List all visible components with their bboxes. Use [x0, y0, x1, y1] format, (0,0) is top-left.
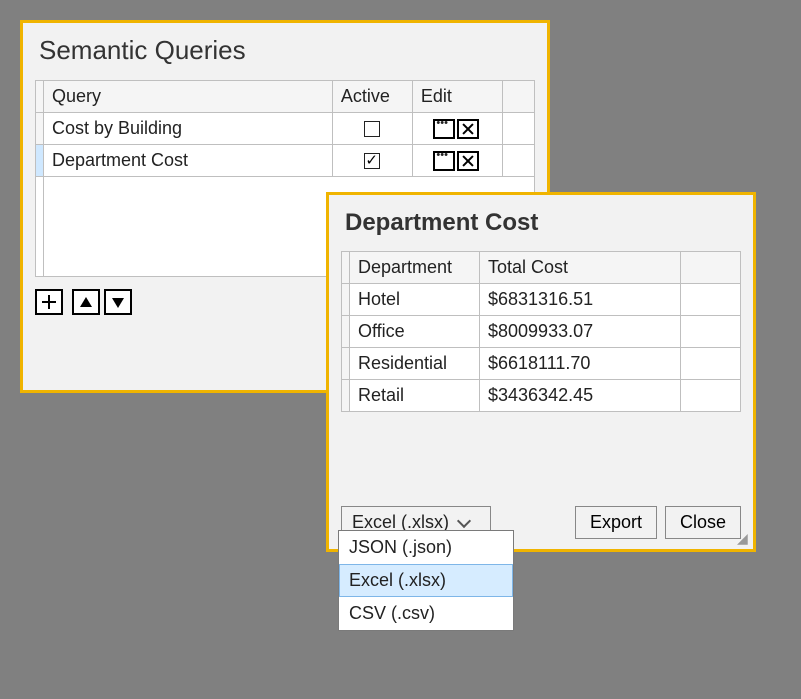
active-cell[interactable]	[332, 145, 412, 177]
delete-query-button[interactable]	[457, 119, 479, 139]
query-name-cell[interactable]: Cost by Building	[44, 113, 333, 145]
export-button[interactable]: Export	[575, 506, 657, 539]
dept-cell: Hotel	[350, 284, 480, 316]
active-cell[interactable]	[332, 113, 412, 145]
row-handle[interactable]	[36, 145, 44, 177]
checkbox-unchecked-icon[interactable]	[364, 121, 380, 137]
edit-query-button[interactable]	[433, 151, 455, 171]
table-row[interactable]: Residential $6618111.70	[342, 348, 741, 380]
format-option-csv[interactable]: CSV (.csv)	[339, 597, 513, 630]
table-row[interactable]: Office $8009933.07	[342, 316, 741, 348]
export-format-dropdown[interactable]: JSON (.json) Excel (.xlsx) CSV (.csv)	[338, 530, 514, 631]
add-button[interactable]	[35, 289, 63, 315]
format-option-excel[interactable]: Excel (.xlsx)	[339, 564, 513, 597]
chevron-down-icon	[457, 513, 471, 527]
row-handle[interactable]	[342, 316, 350, 348]
delete-query-button[interactable]	[457, 151, 479, 171]
move-up-button[interactable]	[72, 289, 100, 315]
format-option-json[interactable]: JSON (.json)	[339, 531, 513, 564]
table-row[interactable]: Department Cost	[36, 145, 535, 177]
col-edit[interactable]: Edit	[412, 81, 502, 113]
checkbox-checked-icon[interactable]	[364, 153, 380, 169]
col-department[interactable]: Department	[350, 252, 480, 284]
row-handle-header	[342, 252, 350, 284]
cost-cell: $6831316.51	[480, 284, 681, 316]
results-title: Department Cost	[345, 209, 741, 237]
col-query[interactable]: Query	[44, 81, 333, 113]
edit-query-button[interactable]	[433, 119, 455, 139]
close-button[interactable]: Close	[665, 506, 741, 539]
dept-cell: Residential	[350, 348, 480, 380]
row-handle[interactable]	[36, 113, 44, 145]
panel-title: Semantic Queries	[39, 35, 535, 66]
col-spacer	[681, 252, 741, 284]
col-active[interactable]: Active	[332, 81, 412, 113]
cost-cell: $8009933.07	[480, 316, 681, 348]
move-down-button[interactable]	[104, 289, 132, 315]
row-handle[interactable]	[342, 380, 350, 412]
table-row[interactable]: Hotel $6831316.51	[342, 284, 741, 316]
cost-cell: $6618111.70	[480, 348, 681, 380]
query-name-cell[interactable]: Department Cost	[44, 145, 333, 177]
dept-cell: Office	[350, 316, 480, 348]
results-table: Department Total Cost Hotel $6831316.51 …	[341, 251, 741, 412]
row-handle[interactable]	[342, 348, 350, 380]
col-total-cost[interactable]: Total Cost	[480, 252, 681, 284]
cost-cell: $3436342.45	[480, 380, 681, 412]
table-row[interactable]: Cost by Building	[36, 113, 535, 145]
edit-cell	[412, 113, 502, 145]
col-spacer	[502, 81, 534, 113]
spacer-cell	[502, 113, 534, 145]
table-row[interactable]: Retail $3436342.45	[342, 380, 741, 412]
row-handle-header	[36, 81, 44, 113]
query-results-panel: Department Cost Department Total Cost Ho…	[326, 192, 756, 552]
dept-cell: Retail	[350, 380, 480, 412]
row-handle[interactable]	[342, 284, 350, 316]
spacer-cell	[502, 145, 534, 177]
edit-cell	[412, 145, 502, 177]
